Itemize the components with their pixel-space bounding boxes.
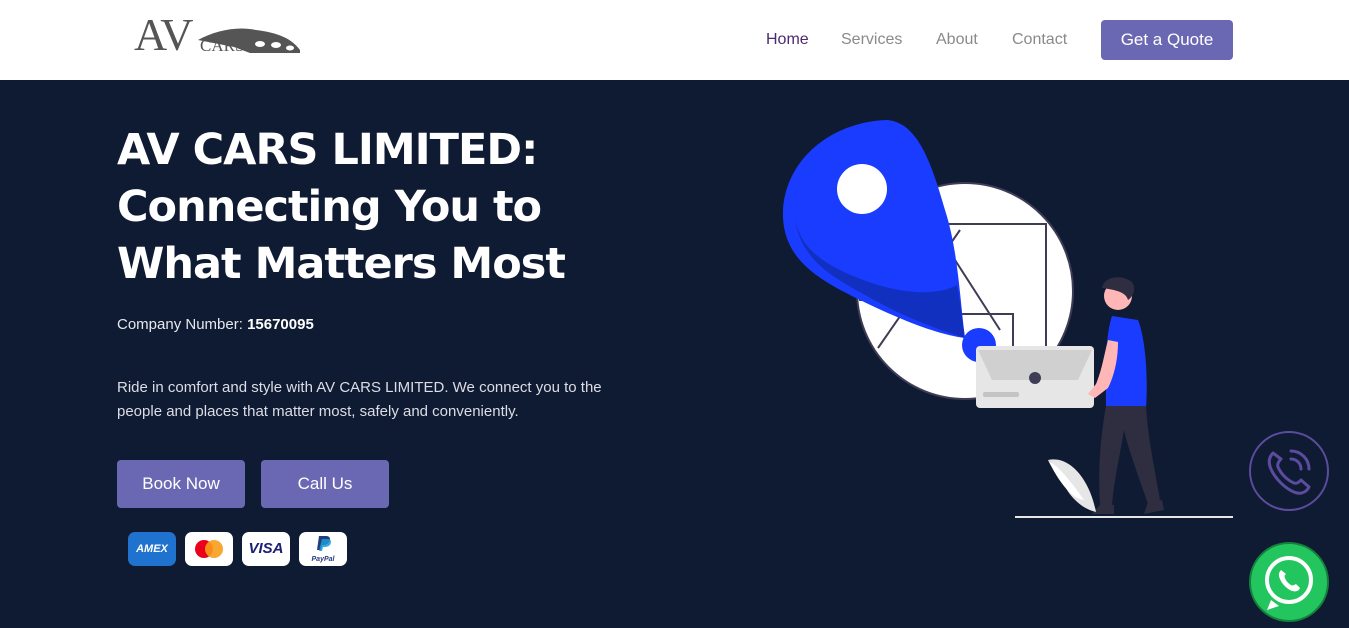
phone-call-button[interactable] bbox=[1249, 431, 1329, 511]
amex-card-icon: AMEX bbox=[128, 532, 176, 566]
company-number: Company Number: 15670095 bbox=[117, 315, 314, 335]
paypal-p-icon bbox=[317, 536, 332, 551]
whatsapp-button[interactable] bbox=[1249, 542, 1329, 622]
top-navbar: AV CARS Home Services About Contact Get … bbox=[0, 0, 1349, 80]
hero-title: AV CARS LIMITED: Connecting You to What … bbox=[117, 125, 566, 289]
logo-cars-text: CARS bbox=[200, 36, 245, 55]
paypal-label: PayPal bbox=[311, 556, 335, 563]
logo-av-text: AV bbox=[134, 9, 194, 60]
nav-contact[interactable]: Contact bbox=[1012, 30, 1067, 50]
nav-services[interactable]: Services bbox=[841, 30, 902, 50]
mastercard-icon bbox=[185, 532, 233, 566]
paypal-icon: PayPal bbox=[299, 532, 347, 566]
nav-about[interactable]: About bbox=[936, 30, 978, 50]
nav-home[interactable]: Home bbox=[766, 30, 809, 50]
map-pin-illustration bbox=[782, 120, 1233, 518]
whatsapp-icon bbox=[1265, 556, 1313, 610]
phone-call-icon bbox=[1267, 449, 1311, 495]
hero-description: Ride in comfort and style with AV CARS L… bbox=[117, 379, 602, 420]
av-cars-logo[interactable]: AV CARS bbox=[134, 10, 304, 60]
call-us-button[interactable]: Call Us bbox=[261, 460, 389, 508]
get-a-quote-button[interactable]: Get a Quote bbox=[1101, 20, 1233, 60]
company-number-label: Company Number: bbox=[117, 316, 243, 333]
visa-card-icon: VISA bbox=[242, 532, 290, 566]
book-now-button[interactable]: Book Now bbox=[117, 460, 245, 508]
company-number-value: 15670095 bbox=[247, 316, 314, 333]
mastercard-circles-icon bbox=[195, 540, 223, 558]
